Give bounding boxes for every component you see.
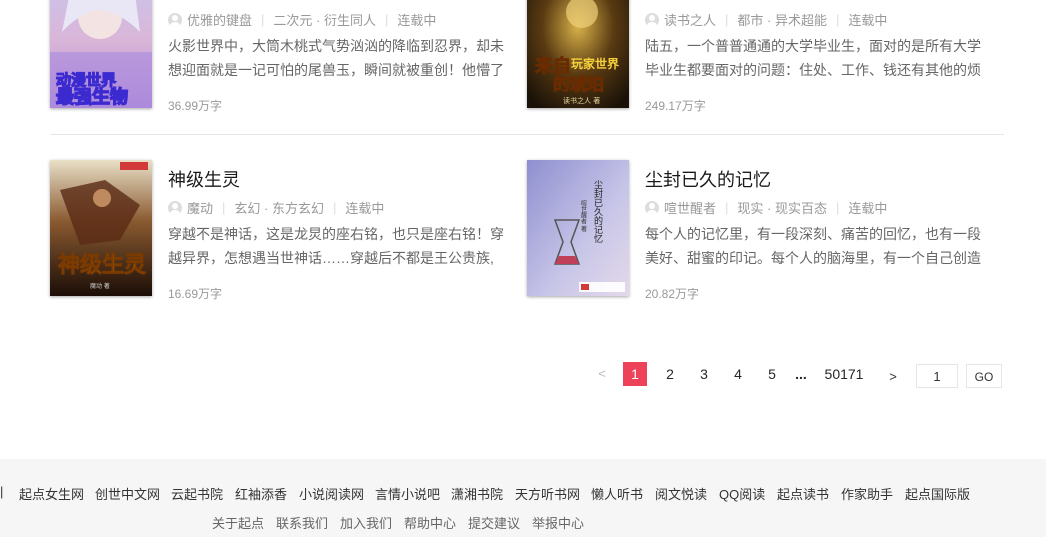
- footer-link[interactable]: 作家助手: [841, 484, 893, 503]
- book-word-count: 36.99万字: [168, 99, 223, 113]
- footer-link[interactable]: QQ阅读: [719, 484, 765, 503]
- author-avatar-icon: [168, 200, 182, 215]
- book-status: 连载中: [848, 13, 888, 28]
- footer-link[interactable]: 云起书院: [171, 484, 223, 503]
- footer-link[interactable]: 举报中心: [532, 513, 584, 532]
- svg-text:魔动 著: 魔动 著: [90, 282, 110, 290]
- svg-text:玩家世界: 玩家世界: [571, 56, 619, 71]
- book-author[interactable]: 优雅的键盘: [187, 10, 252, 29]
- author-avatar-icon: [645, 12, 659, 27]
- book-meta: 读书之人 | 都市 · 异术超能 | 连载中: [645, 10, 887, 29]
- footer-link[interactable]: 创世中文网: [95, 484, 160, 503]
- footer-link[interactable]: 红袖添香: [235, 484, 287, 503]
- book-cover[interactable]: 尘封已久的记忆 喧世醒者 著: [527, 160, 629, 296]
- prev-page-button[interactable]: <: [594, 362, 610, 386]
- book-item: 优雅的键盘 | 二次元 · 衍生同人 | 连载中 火影世界中，大筒木桃式气势汹汹…: [50, 0, 510, 113]
- book-category[interactable]: 都市 · 异术超能: [737, 10, 827, 29]
- book-category[interactable]: 玄幻 · 东方玄幻: [234, 198, 324, 217]
- book-word-count: 16.69万字: [168, 287, 223, 301]
- book-author[interactable]: 读书之人: [664, 10, 716, 29]
- svg-text:来自: 来自: [534, 55, 571, 77]
- book-status: 连载中: [848, 201, 888, 216]
- book-description: 火影世界中，大筒木桃式气势汹汹的降临到忍界，却未想迎面就是一记可怕的尾兽玉，瞬间…: [168, 38, 504, 78]
- footer-link[interactable]: 懒人听书: [591, 484, 643, 503]
- footer-link[interactable]: 阅文悦读: [655, 484, 707, 503]
- book-title[interactable]: 神级生灵: [168, 166, 240, 192]
- next-page-button[interactable]: >: [886, 365, 900, 389]
- footer-link[interactable]: 关于起点: [212, 513, 264, 532]
- svg-text:读书之人 著: 读书之人 著: [563, 96, 600, 105]
- book-category[interactable]: 现实 · 现实百态: [737, 198, 827, 217]
- svg-text:喧世醒者 著: 喧世醒者 著: [580, 199, 587, 233]
- book-status: 连载中: [397, 13, 437, 28]
- footer-link[interactable]: 提交建议: [468, 513, 520, 532]
- svg-text:的琥珀: 的琥珀: [553, 74, 604, 95]
- book-item: 来自 玩家世界 的琥珀 读书之人 著 读书之人 | 都市 · 异术超能 | 连载…: [527, 0, 987, 113]
- page-1-button[interactable]: 1: [623, 362, 647, 386]
- page-3-button[interactable]: 3: [694, 362, 714, 386]
- book-description: 陆五，一个普普通通的大学毕业生，面对的是所有大学毕业生都要面对的问题：住处、工作…: [645, 38, 981, 78]
- book-author[interactable]: 喧世醒者: [664, 198, 716, 217]
- book-meta: 优雅的键盘 | 二次元 · 衍生同人 | 连载中: [168, 10, 436, 29]
- footer-link[interactable]: 言情小说吧: [375, 484, 440, 503]
- author-avatar-icon: [168, 12, 182, 27]
- footer-link[interactable]: 天方听书网: [515, 484, 580, 503]
- book-author[interactable]: 魔动: [187, 198, 213, 217]
- book-cover[interactable]: 来自 玩家世界 的琥珀 读书之人 著: [527, 0, 629, 108]
- footer-link[interactable]: 加入我们: [340, 513, 392, 532]
- footer-link[interactable]: 联系我们: [276, 513, 328, 532]
- footer-link[interactable]: 起点国际版: [905, 484, 970, 503]
- book-meta: 喧世醒者 | 现实 · 现实百态 | 连载中: [645, 198, 887, 217]
- footer-link[interactable]: 小说阅读网: [299, 484, 364, 503]
- book-word-count: 249.17万字: [645, 99, 706, 113]
- svg-text:神级生灵: 神级生灵: [58, 252, 146, 278]
- page-2-button[interactable]: 2: [660, 362, 680, 386]
- book-item: 神级生灵 魔动 著 神级生灵 魔动 | 玄幻 · 东方玄幻 | 连载中 穿越不是…: [50, 160, 510, 301]
- book-meta: 魔动 | 玄幻 · 东方玄幻 | 连载中: [168, 198, 384, 217]
- book-category[interactable]: 二次元 · 衍生同人: [273, 10, 376, 29]
- book-item: 尘封已久的记忆 喧世醒者 著 尘封已久的记忆 喧世醒者 | 现实 · 现实百态 …: [527, 160, 987, 301]
- footer-link[interactable]: 起点女生网: [19, 484, 84, 503]
- page-5-button[interactable]: 5: [762, 362, 782, 386]
- footer-link[interactable]: 潇湘书院: [451, 484, 503, 503]
- book-status: 连载中: [345, 201, 385, 216]
- page-4-button[interactable]: 4: [728, 362, 748, 386]
- book-cover[interactable]: 神级生灵 魔动 著: [50, 160, 152, 296]
- footer-link[interactable]: 起点读书: [777, 484, 829, 503]
- book-title[interactable]: 尘封已久的记忆: [645, 166, 771, 192]
- go-button[interactable]: GO: [966, 364, 1002, 388]
- last-page-button[interactable]: 50171: [820, 362, 868, 386]
- footer-link[interactable]: 帮助中心: [404, 513, 456, 532]
- svg-text:尘封已久的记忆: 尘封已久的记忆: [592, 180, 603, 244]
- footer: | 起点女生网 创世中文网 云起书院 红袖添香 小说阅读网 言情小说吧 潇湘书院…: [0, 459, 1046, 537]
- book-description: 每个人的记忆里，有一段深刻、痛苦的回忆，也有一段美好、甜蜜的印记。每个人的脑海里…: [645, 226, 981, 266]
- row-divider: [50, 134, 1004, 135]
- author-avatar-icon: [645, 200, 659, 215]
- pagination-ellipsis: ...: [795, 366, 807, 382]
- book-description: 穿越不是神话，这是龙炅的座右铭，也只是座右铭！穿越异界，怎想遇当世神话……穿越后…: [168, 226, 504, 266]
- book-cover[interactable]: [50, 0, 152, 108]
- page-jump-input[interactable]: [916, 364, 958, 388]
- book-word-count: 20.82万字: [645, 287, 700, 301]
